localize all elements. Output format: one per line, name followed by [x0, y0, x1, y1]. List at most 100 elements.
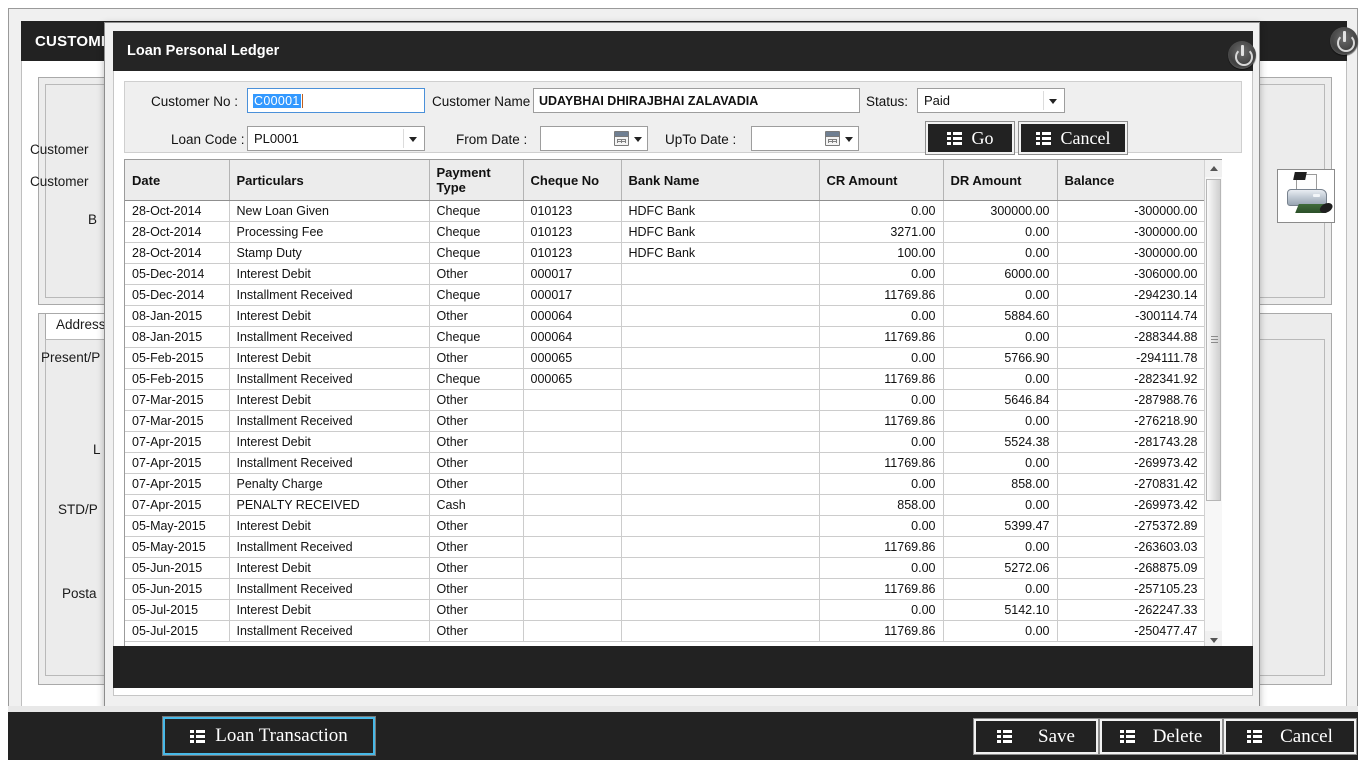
cell-bank-name: HDFC Bank: [621, 200, 820, 222]
cell-date: 28-Oct-2014: [125, 200, 230, 222]
cell-payment-type: Cheque: [429, 221, 524, 243]
save-button[interactable]: Save: [973, 718, 1099, 755]
cell-cheque-no: 000017: [523, 263, 622, 285]
loan-transaction-button[interactable]: Loan Transaction: [162, 716, 376, 756]
column-header-cr-amount[interactable]: CR Amount: [819, 160, 944, 201]
dialog-footer-bar: [113, 646, 1253, 688]
table-row[interactable]: 28-Oct-2014 Stamp Duty Cheque 010123 HDFC Ba…: [125, 242, 1205, 264]
grid-vertical-scrollbar[interactable]: [1204, 160, 1222, 648]
cell-cheque-no: [523, 494, 622, 516]
table-row[interactable]: 05-May-2015 Installment Received Other 1176…: [125, 536, 1205, 558]
column-header-date[interactable]: Date: [125, 160, 230, 201]
cell-cheque-no: [523, 452, 622, 474]
table-row[interactable]: 07-Apr-2015 Interest Debit Other 0.00 5524.3…: [125, 431, 1205, 453]
column-header-payment-type[interactable]: Payment Type: [429, 160, 524, 201]
table-row[interactable]: 05-Feb-2015 Installment Received Cheque 000…: [125, 368, 1205, 390]
table-row[interactable]: 07-Mar-2015 Installment Received Other 1176…: [125, 410, 1205, 432]
print-button[interactable]: [1277, 169, 1335, 223]
customer-no-input[interactable]: C00001: [247, 88, 425, 113]
table-row[interactable]: 05-Jun-2015 Installment Received Other 1176…: [125, 578, 1205, 600]
cell-date: 05-Feb-2015: [125, 368, 230, 390]
upto-date-picker[interactable]: [751, 126, 859, 151]
go-button[interactable]: Go: [925, 121, 1015, 155]
from-date-picker[interactable]: [540, 126, 648, 151]
delete-button[interactable]: Delete: [1099, 718, 1223, 755]
loan-transaction-button-label: Loan Transaction: [215, 725, 348, 746]
cell-particulars: Installment Received: [229, 452, 430, 474]
cell-cheque-no: [523, 536, 622, 558]
cell-dr-amount: 0.00: [943, 242, 1058, 264]
cell-cr-amount: 0.00: [819, 515, 944, 537]
printer-icon: [1285, 174, 1330, 220]
table-row[interactable]: 05-Jun-2015 Interest Debit Other 0.00 5272.0…: [125, 557, 1205, 579]
cell-cr-amount: 11769.86: [819, 410, 944, 432]
cell-payment-type: Other: [429, 305, 524, 327]
table-row[interactable]: 28-Oct-2014 New Loan Given Cheque 010123 HDF…: [125, 200, 1205, 222]
table-row[interactable]: 07-Apr-2015 Penalty Charge Other 0.00 858.00…: [125, 473, 1205, 495]
go-cancel-button-label: Cancel: [1060, 127, 1111, 148]
scroll-up-button[interactable]: [1205, 160, 1222, 177]
cell-date: 07-Mar-2015: [125, 389, 230, 411]
cell-bank-name: [621, 326, 820, 348]
loan-personal-ledger-dialog: Loan Personal Ledger Customer No : C0000…: [104, 22, 1335, 712]
cell-bank-name: [621, 284, 820, 306]
cell-date: 05-Dec-2014: [125, 263, 230, 285]
cell-balance: -282341.92: [1057, 368, 1205, 390]
cell-payment-type: Other: [429, 578, 524, 600]
cell-particulars: Interest Debit: [229, 347, 430, 369]
list-icon: [190, 729, 206, 743]
cell-cr-amount: 0.00: [819, 389, 944, 411]
table-row[interactable]: 05-Jul-2015 Interest Debit Other 0.00 5142.1…: [125, 599, 1205, 621]
loan-code-dropdown[interactable]: PL0001: [247, 126, 425, 151]
cell-particulars: Interest Debit: [229, 389, 430, 411]
table-row[interactable]: 05-Dec-2014 Interest Debit Other 000017 0.00…: [125, 263, 1205, 285]
cell-dr-amount: 5142.10: [943, 599, 1058, 621]
bg-label-std: STD/P: [58, 502, 98, 517]
cell-dr-amount: 0.00: [943, 284, 1058, 306]
cell-dr-amount: 5399.47: [943, 515, 1058, 537]
column-header-dr-amount[interactable]: DR Amount: [943, 160, 1058, 201]
cell-balance: -281743.28: [1057, 431, 1205, 453]
customer-no-value: C00001: [253, 93, 301, 108]
cell-payment-type: Other: [429, 452, 524, 474]
cancel-button[interactable]: Cancel: [1223, 718, 1357, 755]
cell-dr-amount: 0.00: [943, 578, 1058, 600]
chevron-down-icon: [634, 136, 642, 142]
cell-cheque-no: 000017: [523, 284, 622, 306]
scrollbar-thumb[interactable]: [1206, 179, 1221, 501]
go-cancel-button[interactable]: Cancel: [1018, 121, 1128, 155]
cell-payment-type: Cheque: [429, 200, 524, 222]
cell-cr-amount: 0.00: [819, 599, 944, 621]
dialog-close-power-icon[interactable]: [1225, 38, 1259, 72]
cell-cr-amount: 0.00: [819, 473, 944, 495]
customer-name-input[interactable]: UDAYBHAI DHIRAJBHAI ZALAVADIA: [533, 88, 860, 113]
cell-cheque-no: [523, 515, 622, 537]
table-row[interactable]: 05-Jul-2015 Installment Received Other 1176…: [125, 620, 1205, 642]
column-header-balance[interactable]: Balance: [1057, 160, 1205, 201]
cell-particulars: Installment Received: [229, 368, 430, 390]
cell-date: 07-Apr-2015: [125, 452, 230, 474]
main-window-power-icon[interactable]: [1327, 24, 1361, 58]
table-row[interactable]: 07-Apr-2015 PENALTY RECEIVED Cash 858.00 0.0…: [125, 494, 1205, 516]
table-row[interactable]: 08-Jan-2015 Interest Debit Other 000064 0.00…: [125, 305, 1205, 327]
cell-balance: -270831.42: [1057, 473, 1205, 495]
list-icon: [1035, 131, 1051, 145]
cell-particulars: Processing Fee: [229, 221, 430, 243]
table-row[interactable]: 07-Mar-2015 Interest Debit Other 0.00 5646.8…: [125, 389, 1205, 411]
scrollbar-track[interactable]: [1205, 177, 1222, 631]
cell-bank-name: [621, 368, 820, 390]
status-dropdown[interactable]: Paid: [917, 88, 1065, 113]
table-row[interactable]: 05-Feb-2015 Interest Debit Other 000065 0.00…: [125, 347, 1205, 369]
bg-label-b: B: [88, 212, 98, 227]
table-row[interactable]: 07-Apr-2015 Installment Received Other 1176…: [125, 452, 1205, 474]
table-row[interactable]: 05-May-2015 Interest Debit Other 0.00 5399.4…: [125, 515, 1205, 537]
column-header-particulars[interactable]: Particulars: [229, 160, 430, 201]
table-row[interactable]: 05-Dec-2014 Installment Received Cheque 000…: [125, 284, 1205, 306]
cell-dr-amount: 5272.06: [943, 557, 1058, 579]
cell-bank-name: [621, 452, 820, 474]
table-row[interactable]: 08-Jan-2015 Installment Received Cheque 000…: [125, 326, 1205, 348]
column-header-bank-name[interactable]: Bank Name: [621, 160, 820, 201]
cell-payment-type: Other: [429, 347, 524, 369]
table-row[interactable]: 28-Oct-2014 Processing Fee Cheque 010123 HDF…: [125, 221, 1205, 243]
column-header-cheque-no[interactable]: Cheque No: [523, 160, 622, 201]
